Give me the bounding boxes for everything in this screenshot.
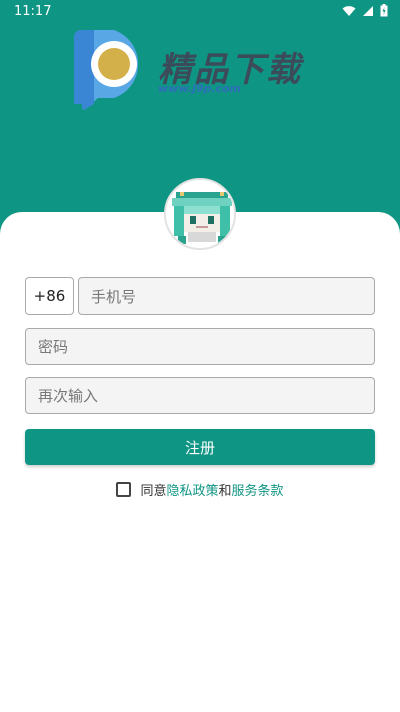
agree-prefix: 同意 [140,483,167,499]
confirm-password-input[interactable]: 再次输入 [25,377,375,414]
status-icons [342,4,388,17]
confirm-placeholder: 再次输入 [38,387,99,405]
status-time: 11:17 [14,4,52,19]
agreement-row: 同意 隐私政策 和 服务条款 [0,479,400,499]
status-bar: 11:17 [0,0,400,24]
signal-icon [363,5,373,16]
password-input[interactable]: 密码 [25,328,375,365]
brand-url: www.j9p.com [158,82,241,95]
wifi-icon [342,5,356,16]
brand-logo: 精品下载 www.j9p.com [70,30,330,114]
avatar[interactable] [164,178,236,250]
phone-placeholder: 手机号 [91,287,137,306]
battery-icon [380,4,388,17]
country-code-selector[interactable]: +86 [25,277,74,315]
agree-checkbox[interactable] [116,481,132,497]
privacy-policy-link[interactable]: 隐私政策 [166,480,218,499]
password-placeholder: 密码 [38,338,69,356]
register-button[interactable]: 注册 [25,429,375,465]
phone-input[interactable]: 手机号 [78,277,375,315]
terms-of-service-link[interactable]: 服务条款 [232,480,284,499]
agree-conjunction: 和 [218,483,232,499]
p-logo-icon [74,30,139,110]
